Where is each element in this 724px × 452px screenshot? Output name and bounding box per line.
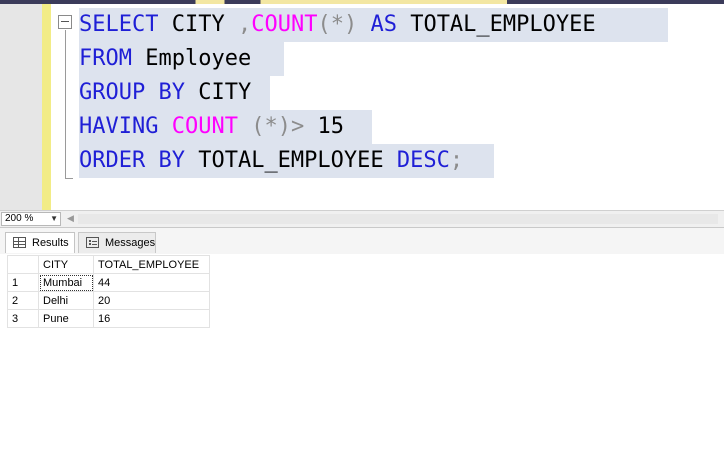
total-employee-cell[interactable]: 44: [93, 273, 210, 292]
messages-icon: [86, 237, 99, 248]
code-line[interactable]: FROM Employee: [79, 42, 251, 76]
code-token: (*)>: [237, 114, 305, 139]
table-row[interactable]: 1 Mumbai 44: [7, 273, 210, 292]
outline-line: [65, 30, 66, 178]
results-grid[interactable]: CITY TOTAL_EMPLOYEE 1 Mumbai 44 2 Delhi …: [7, 255, 210, 328]
collapse-icon[interactable]: [58, 15, 72, 29]
grid-header-row: CITY TOTAL_EMPLOYEE: [7, 255, 210, 274]
results-tab-strip: Results Messages: [0, 228, 724, 254]
horizontal-scrollbar[interactable]: [78, 214, 718, 224]
city-cell[interactable]: Delhi: [38, 291, 94, 310]
code-token: DESC: [396, 148, 450, 173]
code-token: FROM: [79, 46, 132, 71]
tab-results[interactable]: Results: [5, 232, 75, 253]
zoom-dropdown[interactable]: 200 % ▼: [1, 212, 61, 226]
row-number[interactable]: 3: [7, 309, 39, 328]
query-editor[interactable]: SELECT CITY ,COUNT(*) AS TOTAL_EMPLOYEE …: [0, 4, 724, 210]
code-line[interactable]: ORDER BY TOTAL_EMPLOYEE DESC;: [79, 144, 463, 178]
zoom-bar: 200 % ▼ ◀: [0, 210, 724, 227]
code-token: 15: [304, 114, 344, 139]
code-token: GROUP BY: [79, 80, 185, 105]
row-number-header[interactable]: [7, 255, 39, 274]
code-token: HAVING: [79, 114, 159, 139]
code-token: COUNT: [171, 114, 238, 139]
code-token: ;: [449, 148, 464, 173]
total-employee-cell[interactable]: 20: [93, 291, 210, 310]
tab-messages[interactable]: Messages: [78, 232, 156, 253]
code-token: TOTAL_EMPLOYEE: [184, 148, 397, 173]
row-number[interactable]: 1: [7, 273, 39, 292]
scroll-left-icon[interactable]: ◀: [67, 213, 74, 224]
tab-messages-label: Messages: [105, 237, 156, 249]
table-row[interactable]: 2 Delhi 20: [7, 291, 210, 310]
code-token: CITY: [184, 80, 252, 105]
row-number[interactable]: 2: [7, 291, 39, 310]
code-token: TOTAL_EMPLOYEE: [396, 12, 596, 37]
table-row[interactable]: 3 Pune 16: [7, 309, 210, 328]
chevron-down-icon[interactable]: ▼: [50, 213, 58, 225]
code-line[interactable]: SELECT CITY ,COUNT(*) AS TOTAL_EMPLOYEE: [79, 8, 596, 42]
zoom-value: 200 %: [5, 213, 34, 224]
code-token: ,: [237, 12, 252, 37]
code-line[interactable]: GROUP BY CITY: [79, 76, 251, 110]
code-line[interactable]: HAVING COUNT (*)> 15: [79, 110, 344, 144]
column-header-city[interactable]: CITY: [38, 255, 94, 274]
editor-margin: [0, 4, 42, 210]
code-token: ORDER BY: [79, 148, 185, 173]
city-cell[interactable]: Mumbai: [38, 273, 94, 292]
code-token: (*): [317, 12, 358, 37]
code-token: Employee: [131, 46, 252, 71]
code-token: AS: [370, 12, 397, 37]
grid-icon: [13, 237, 26, 248]
code-token: COUNT: [251, 12, 318, 37]
column-header-total-employee[interactable]: TOTAL_EMPLOYEE: [93, 255, 210, 274]
code-token: SELECT: [79, 12, 159, 37]
total-employee-cell[interactable]: 16: [93, 309, 210, 328]
tab-results-label: Results: [32, 237, 69, 249]
outline-line-end: [65, 178, 73, 179]
code-token: CITY: [158, 12, 238, 37]
change-tracking-bar: [42, 4, 51, 210]
results-pane: Results Messages CITY TOTAL_EMPLOYEE 1 M…: [0, 227, 724, 452]
city-cell[interactable]: Pune: [38, 309, 94, 328]
